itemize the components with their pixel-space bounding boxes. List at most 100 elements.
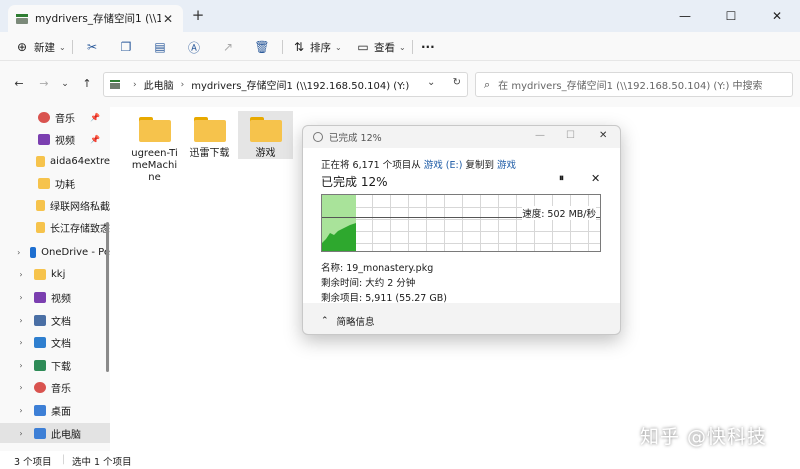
status-divider: |	[62, 454, 66, 465]
address-dropdown-icon[interactable]: ⌄	[427, 77, 435, 88]
destination-link[interactable]: 游戏	[497, 160, 516, 171]
drive-icon	[110, 80, 120, 89]
music-icon	[38, 111, 50, 123]
pause-button[interactable]: ⏸	[559, 173, 564, 184]
copy-button[interactable]: ❐	[118, 36, 134, 58]
copy-description: 正在将 6,171 个项目从 游戏 (E:) 复制到 游戏	[321, 157, 516, 171]
sidebar-item[interactable]: 功耗	[0, 173, 110, 193]
source-link[interactable]: 游戏 (E:)	[424, 160, 463, 171]
sidebar-scrollbar[interactable]	[106, 222, 109, 372]
maximize-button[interactable]: ☐	[708, 0, 754, 32]
sidebar-item[interactable]: › kkj	[0, 264, 110, 284]
sort-button[interactable]: ⇅ 排序 ⌄	[291, 36, 342, 58]
cut-button[interactable]: ✂	[84, 36, 100, 58]
sidebar-item[interactable]: › 视频	[0, 287, 110, 307]
expand-chevron-icon[interactable]: ›	[16, 248, 22, 257]
folder-icon	[249, 117, 282, 142]
up-arrow-icon[interactable]: ↑	[80, 77, 94, 91]
toolbar-divider	[412, 40, 413, 54]
chevron-right-icon: ›	[133, 79, 137, 90]
delete-button[interactable]: 🗑	[254, 36, 270, 58]
paste-button[interactable]: ▤	[152, 36, 168, 58]
forward-arrow-icon[interactable]: →	[37, 77, 51, 91]
file-name: 游戏	[255, 148, 276, 159]
expand-chevron-icon[interactable]: ›	[16, 293, 26, 302]
breadcrumb-root[interactable]: 此电脑	[144, 77, 174, 92]
sidebar-item[interactable]: › 此电脑	[0, 423, 110, 443]
computer-icon	[34, 427, 46, 439]
dialog-title: 已完成 12%	[329, 133, 382, 144]
expand-chevron-icon[interactable]: ›	[16, 338, 26, 347]
sidebar-item[interactable]: › 音乐	[0, 377, 110, 397]
plus-circle-icon: ⊕	[16, 40, 28, 54]
address-bar[interactable]: › 此电脑 › mydrivers_存储空间1 (\\192.168.50.10…	[103, 72, 468, 97]
toolbar-divider	[72, 40, 73, 54]
file-item-ugreen[interactable]: ugreen-TimeMachine	[127, 111, 182, 184]
chevron-down-icon: ⌄	[399, 42, 406, 52]
video-icon	[38, 133, 50, 145]
sidebar-item[interactable]: › 文档	[0, 310, 110, 330]
recent-chevron-icon[interactable]: ⌄	[58, 77, 72, 91]
speed-history	[322, 223, 356, 251]
file-item-xunlei[interactable]: 迅雷下载	[182, 111, 237, 160]
title-bar: mydrivers_存储空间1 (\\192.16 ✕ + — ☐ ✕	[0, 0, 800, 32]
scissors-icon: ✂	[86, 40, 98, 54]
dialog-close-button[interactable]: ✕	[599, 130, 607, 141]
new-tab-button[interactable]: +	[190, 8, 206, 24]
sidebar-item[interactable]: 长江存储致态	[0, 217, 110, 237]
sidebar-item[interactable]: aida64extre	[0, 151, 110, 171]
sidebar-item[interactable]: › OneDrive - Pe	[0, 242, 110, 262]
command-bar: ⊕ 新建 ⌄ ✂ ❐ ▤ Ⓐ ↗ 🗑 ⇅ 排序 ⌄ ▭ 查看 ⌄ ···	[0, 32, 800, 61]
less-details-button[interactable]: ⌃ 简略信息	[321, 314, 375, 328]
sidebar-item-label: 桌面	[51, 406, 71, 418]
expand-chevron-icon[interactable]: ›	[16, 383, 26, 392]
search-icon: ⌕	[484, 77, 491, 91]
pin-icon: 📌	[90, 112, 100, 122]
view-button[interactable]: ▭ 查看 ⌄	[355, 36, 406, 58]
folder-icon	[36, 199, 45, 211]
breadcrumb-location[interactable]: mydrivers_存储空间1 (\\192.168.50.104) (Y:)	[191, 77, 409, 92]
more-button[interactable]: ···	[421, 36, 435, 58]
navigation-pane: 音乐 📌 视频 📌 aida64extre 功耗 绿联网络私截 长江存储致态 › OneDrive…	[0, 107, 110, 451]
tab-title: mydrivers_存储空间1 (\\192.16	[35, 13, 161, 25]
music-icon	[34, 381, 46, 393]
sidebar-item[interactable]: › 桌面	[0, 400, 110, 420]
pin-icon: 📌	[90, 134, 100, 144]
expand-chevron-icon[interactable]: ›	[16, 429, 26, 438]
back-arrow-icon[interactable]: ←	[12, 77, 26, 91]
address-controls: ⌄ ↻	[427, 77, 461, 88]
sidebar-item[interactable]: › 下载	[0, 355, 110, 375]
rename-button[interactable]: Ⓐ	[186, 36, 202, 58]
search-input[interactable]: ⌕ 在 mydrivers_存储空间1 (\\192.168.50.104) (…	[475, 72, 793, 97]
expand-chevron-icon[interactable]: ›	[16, 270, 26, 279]
new-button[interactable]: ⊕ 新建 ⌄	[14, 36, 66, 58]
tab-close-icon[interactable]: ✕	[161, 12, 175, 26]
chevron-down-icon: ⌄	[59, 42, 66, 52]
expand-chevron-icon[interactable]: ›	[16, 406, 26, 415]
expand-chevron-icon[interactable]: ›	[16, 361, 26, 370]
dialog-minimize-button[interactable]: —	[535, 130, 545, 141]
trash-icon: 🗑	[254, 40, 270, 54]
sidebar-item[interactable]: 视频 📌	[0, 129, 110, 149]
minimize-button[interactable]: —	[662, 0, 708, 32]
sidebar-item[interactable]: 音乐 📌	[0, 107, 110, 127]
sidebar-item-label: 文档	[51, 338, 71, 350]
file-item-youxi[interactable]: 游戏	[238, 111, 293, 159]
close-window-button[interactable]: ✕	[754, 0, 800, 32]
sidebar-item[interactable]: › 文档	[0, 332, 110, 352]
sidebar-item-label: 功耗	[55, 179, 75, 191]
sidebar-item[interactable]: 绿联网络私截	[0, 195, 110, 215]
share-button[interactable]: ↗	[220, 36, 236, 58]
desktop-icon	[34, 404, 46, 416]
cloud-icon	[29, 246, 37, 258]
chevron-down-icon: ⌄	[335, 42, 342, 52]
dialog-title-bar: 已完成 12% — ☐ ✕	[303, 126, 620, 148]
refresh-icon[interactable]: ↻	[453, 77, 461, 88]
copy-mid: 复制到	[465, 160, 494, 171]
sidebar-item-label: 音乐	[51, 383, 71, 395]
share-icon: ↗	[222, 40, 234, 54]
tab-current[interactable]: mydrivers_存储空间1 (\\192.16 ✕	[8, 5, 183, 32]
cancel-copy-button[interactable]: ✕	[591, 172, 600, 185]
sort-icon: ⇅	[293, 40, 305, 54]
expand-chevron-icon[interactable]: ›	[16, 316, 26, 325]
